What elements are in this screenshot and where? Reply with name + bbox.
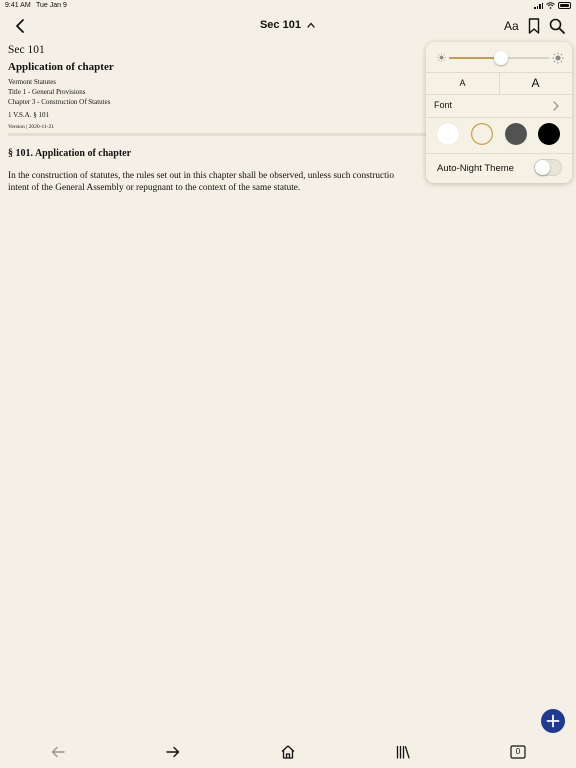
status-time: 9:41 AM [5,2,31,9]
sun-small-icon [437,53,446,62]
text-settings-popover: A A Font Auto-Night Theme [426,42,572,183]
font-row[interactable]: Font [426,95,572,117]
auto-night-row: Auto-Night Theme [426,154,572,182]
body-line: intent of the General Assembly or repugn… [8,183,301,193]
status-bar: 9:41 AM Tue Jan 9 [0,0,576,12]
chevron-up-icon [307,22,315,28]
status-date: Tue Jan 9 [36,2,67,9]
tabs-button[interactable]: 0 [510,744,526,760]
divider [8,133,428,136]
theme-sepia-swatch[interactable] [471,123,493,145]
body-line: In the construction of statutes, the rul… [8,171,394,181]
sun-large-icon [552,52,564,64]
theme-gray-swatch[interactable] [505,123,527,145]
font-label: Font [434,100,453,110]
auto-night-label: Auto-Night Theme [437,163,514,174]
navigation-bar: Sec 101 Aa [0,12,576,40]
tabs-count: 0 [515,747,521,756]
add-button[interactable] [541,709,565,733]
brightness-knob[interactable] [494,51,508,65]
library-icon[interactable] [395,744,411,760]
wifi-icon [546,2,555,9]
theme-white-swatch[interactable] [437,123,459,145]
decrease-font-button[interactable]: A [426,72,499,94]
plus-icon [546,714,560,728]
separator [426,117,572,118]
back-arrow-icon[interactable] [50,744,66,760]
text-settings-button[interactable]: Aa [504,19,519,33]
section-title-button[interactable]: Sec 101 [0,19,576,31]
theme-black-swatch[interactable] [538,123,560,145]
search-icon[interactable] [548,17,566,35]
status-indicators [534,2,571,9]
bookmark-icon[interactable] [527,17,541,35]
auto-night-toggle[interactable] [534,159,562,176]
toggle-knob [535,160,550,175]
section-heading: § 101. Application of chapter [8,148,132,159]
nav-title: Sec 101 [259,19,301,31]
battery-icon [558,2,571,9]
forward-arrow-icon[interactable] [165,744,181,760]
home-icon[interactable] [280,744,296,760]
increase-font-button[interactable]: A [499,72,572,94]
section-body: In the construction of statutes, the rul… [8,170,438,194]
brightness-slider[interactable] [426,42,572,72]
cellular-signal-icon [534,2,543,9]
chevron-right-icon [553,101,559,111]
